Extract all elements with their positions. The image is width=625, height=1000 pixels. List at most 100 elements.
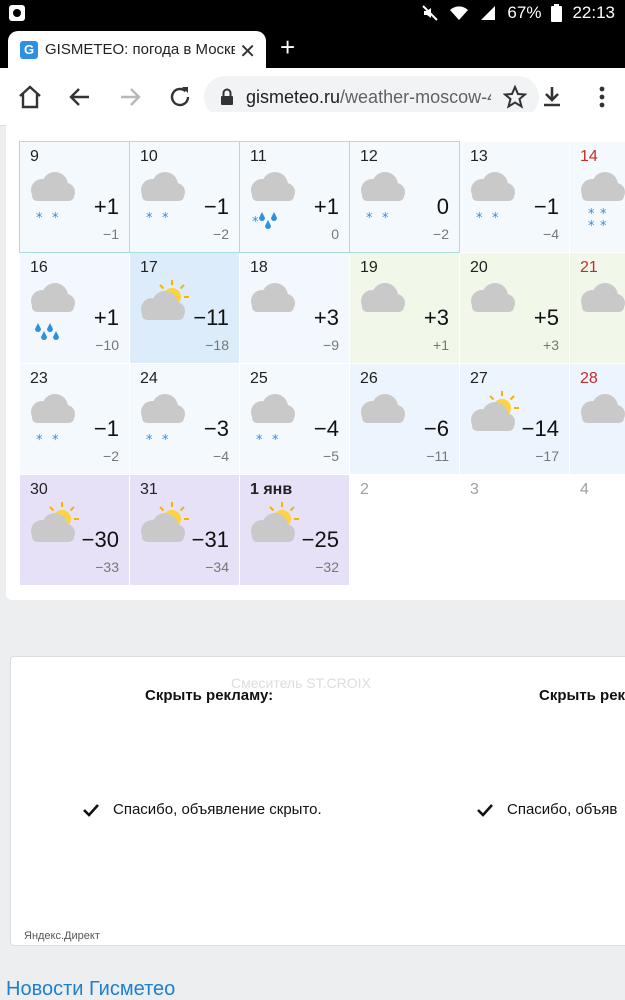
cloud-icon — [471, 283, 515, 312]
day-temp-min: 0 — [331, 226, 339, 242]
sun-cloud-icon — [471, 391, 519, 431]
day-cell[interactable]: 18 +3 −9 — [240, 253, 349, 363]
monthly-calendar: 9 * * +1 −1 10 * * −1 −2 11 * +1 0 12 * * 0 −2 13 * * −1−… — [6, 112, 625, 600]
heavy-snow-cloud-icon: * ** * — [581, 172, 625, 232]
day-temp-min: −11 — [426, 448, 449, 464]
day-temp-min: −17 — [535, 448, 559, 464]
day-date: 3 — [470, 481, 479, 498]
day-temp-max: +1 — [93, 305, 119, 330]
day-cell[interactable]: 10 * * −1 −2 — [129, 141, 240, 253]
forward-icon[interactable] — [116, 83, 144, 111]
day-cell[interactable]: 25 * * −4 −5 — [240, 364, 349, 474]
day-cell[interactable]: 31 −31 −34 — [130, 475, 239, 585]
new-tab-button[interactable]: + — [280, 34, 295, 60]
day-temp-min: −18 — [205, 337, 229, 353]
day-temp-min: −34 — [205, 559, 229, 575]
url-text: gismeteo.ru/weather-moscow-4368 — [246, 87, 491, 108]
day-cell[interactable]: 26 −6 −11 — [350, 364, 459, 474]
gismeteo-favicon-icon: G — [20, 40, 38, 59]
day-cell[interactable]: 27 −14 −17 — [460, 364, 569, 474]
app-notification-icon — [9, 5, 25, 21]
url-path: /weather-moscow-4368 — [340, 87, 491, 107]
day-date: 25 — [250, 370, 268, 387]
day-temp-min: −1 — [103, 226, 119, 242]
day-date: 16 — [30, 259, 48, 276]
hide-ad-title: Скрыть рекламу: — [145, 687, 274, 704]
more-vert-icon[interactable] — [588, 83, 616, 111]
day-temp-max: −30 — [81, 527, 119, 552]
day-cell[interactable]: 24 * * −3 −4 — [130, 364, 239, 474]
day-cell[interactable]: 9 * * +1 −1 — [19, 141, 130, 253]
close-tab-icon[interactable]: ✕ — [239, 39, 256, 64]
day-cell: 2 — [350, 475, 459, 585]
day-temp-max: 0 — [436, 194, 449, 219]
day-temp-max: +5 — [533, 305, 559, 330]
svg-text:*: * — [146, 211, 153, 226]
svg-text:*: * — [52, 211, 59, 226]
day-temp-min: −32 — [315, 559, 339, 575]
signal-icon — [481, 6, 496, 20]
browser-tab[interactable]: G GISMETEO: погода в Москве ✕ — [8, 31, 266, 68]
cloud-icon — [581, 283, 625, 312]
snow-cloud-icon: * * — [251, 394, 295, 448]
cloud-icon — [251, 283, 295, 312]
day-temp-min: −4 — [213, 448, 229, 464]
day-cell[interactable]: 14 * * * * — [570, 142, 625, 252]
day-temp-max: −31 — [191, 527, 229, 552]
day-temp-min: −10 — [95, 337, 119, 353]
day-cell[interactable]: 23 * * −1 −2 — [20, 364, 129, 474]
day-temp-max: −11 — [193, 305, 229, 330]
check-icon — [83, 803, 99, 817]
lock-icon — [221, 88, 233, 105]
day-cell[interactable]: 11 * +1 0 — [239, 141, 350, 253]
snow-cloud-icon: * * — [141, 172, 185, 226]
hide-ad-title-2: Скрыть рек — [539, 687, 625, 704]
reload-icon[interactable] — [166, 83, 194, 111]
day-date: 21 — [580, 259, 598, 276]
home-icon[interactable] — [16, 83, 44, 111]
day-temp-min: −5 — [323, 448, 339, 464]
day-cell[interactable]: 1 янв −25 −32 — [240, 475, 349, 585]
svg-text:*: * — [36, 211, 43, 226]
day-cell[interactable]: 17 −11 −18 — [130, 253, 239, 363]
tab-title: GISMETEO: погода в Москве — [45, 41, 235, 58]
svg-text:*: * — [162, 433, 169, 448]
svg-text:*: * — [382, 211, 389, 226]
day-cell[interactable]: 19 +3 +1 — [350, 253, 459, 363]
snow-cloud-icon: * * — [141, 394, 185, 448]
day-temp-max: −1 — [93, 416, 119, 441]
svg-text:*: * — [52, 433, 59, 448]
day-temp-min: −9 — [323, 337, 339, 353]
day-date: 4 — [580, 481, 589, 498]
day-temp-max: −14 — [521, 416, 559, 441]
day-cell[interactable]: 30 −30 −33 — [20, 475, 129, 585]
star-icon[interactable] — [503, 85, 527, 109]
ad-hidden-confirmation-2: Спасибо, объяв — [477, 801, 617, 818]
day-cell[interactable]: 21 — [570, 253, 625, 363]
back-icon[interactable] — [66, 83, 94, 111]
day-date: 17 — [140, 259, 158, 276]
news-heading[interactable]: Новости Гисметео — [6, 978, 175, 1000]
day-date: 10 — [140, 148, 158, 165]
status-bar: 67% 22:13 — [0, 0, 625, 28]
day-cell: 3 — [460, 475, 569, 585]
ad-block: Cмеситель ST.CROIX Скрыть рекламу: Скрыт… — [10, 656, 625, 946]
yandex-direct-label[interactable]: Яндекс.Директ — [24, 930, 100, 942]
svg-text:*: * — [476, 211, 483, 226]
day-cell[interactable]: 16 +1 −10 — [20, 253, 129, 363]
ad-hidden-confirmation: Спасибо, объявление скрыто. — [83, 801, 322, 818]
day-temp-min: −33 — [95, 559, 119, 575]
day-cell[interactable]: 13 * * −1 −4 — [460, 142, 569, 252]
mute-icon — [422, 5, 439, 21]
day-temp-min: −2 — [213, 226, 229, 242]
day-cell[interactable]: 12 * * 0 −2 — [349, 141, 460, 253]
day-cell[interactable]: 20 +5 +3 — [460, 253, 569, 363]
day-cell[interactable]: 28 — [570, 364, 625, 474]
snow-cloud-icon: * * — [31, 394, 75, 448]
day-date: 9 — [30, 148, 39, 165]
svg-text:*: * — [492, 211, 499, 226]
day-date: 23 — [30, 370, 48, 387]
day-date: 2 — [360, 481, 369, 498]
download-icon[interactable] — [538, 83, 566, 111]
ad-hidden-text: Спасибо, объявление скрыто. — [113, 801, 322, 818]
